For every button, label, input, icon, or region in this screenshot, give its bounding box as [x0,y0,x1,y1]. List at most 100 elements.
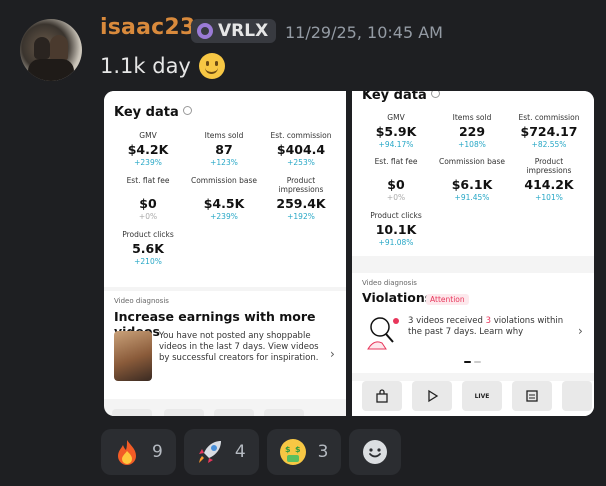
metric-change: +0% [386,193,406,202]
play-tile[interactable] [412,381,452,411]
metric-value: $5.9K [375,124,417,139]
metric-value: 10.1K [375,222,417,237]
metric-gmv: GMV $4.2K +239% [111,131,185,167]
metric-label: Est. flat fee [126,176,170,185]
metric-commission-base: Commission base $6.1K +91.45% [435,157,509,202]
metric-change: +0% [138,212,158,221]
attachment-image-left[interactable]: Key data GMV $4.2K +239% Items sold 87 +… [104,91,346,416]
avatar-person-1 [34,37,50,59]
server-tag[interactable]: VRLX [191,19,277,43]
metric-value: $724.17 [520,124,578,139]
attention-badge: Attention [426,294,469,305]
shopping-bag-tile[interactable] [362,381,402,411]
key-data-title: Key data [362,91,440,103]
video-thumbnail [114,331,152,381]
metric-label: Product clicks [370,211,422,220]
metric-label: Commission base [190,176,258,185]
metric-est-commission: Est. commission $724.17 +82.55% [512,113,586,149]
avatar-body [28,59,74,81]
bottom-tile[interactable] [264,409,304,416]
metric-value: $4.5K [203,196,245,211]
chevron-right-icon[interactable]: › [578,324,583,338]
live-label: LIVE [474,392,490,400]
reaction-fire[interactable]: 9 [101,429,176,475]
metric-change: +123% [210,158,238,167]
metric-est-flat-fee: Est. flat fee $0 +0% [359,157,433,202]
metric-label: Est. commission [270,131,332,140]
svg-text:$: $ [295,445,301,454]
metric-items-sold: Items sold 87 +123% [187,131,261,167]
svg-text:$: $ [285,445,291,454]
author-username[interactable]: isaac23 [100,15,195,40]
metric-label: Product impressions [278,176,324,194]
violations-illustration-icon [367,317,399,350]
metric-change: +91.45% [454,193,490,202]
attachment-image-right[interactable]: Key data GMV $5.9K +94.17% Items sold 22… [352,91,594,416]
metric-label: Product impressions [526,157,572,175]
metric-value: 5.6K [132,241,164,256]
add-reaction-button[interactable] [349,429,402,475]
key-data-title: Key data [114,105,192,120]
id-card-icon [526,390,538,402]
metric-label: GMV [139,131,157,140]
slightly-smiling-face-icon [198,53,225,79]
metric-product-impressions: Product impressions 414.2K +101% [512,157,586,202]
bottom-tile[interactable] [214,409,254,416]
violations-text: 3 videos received 3 violations within th… [408,316,578,338]
metric-product-clicks: Product clicks 5.6K +210% [111,230,185,266]
server-tag-icon [197,23,213,39]
reaction-count: 9 [152,442,163,462]
metric-est-flat-fee: Est. flat fee $0 +0% [111,176,185,221]
metric-items-sold: Items sold 229 +108% [435,113,509,149]
violations-card[interactable]: Video diagnosis Violations Attention 3 v… [352,273,594,373]
id-card-tile[interactable] [512,381,552,411]
metric-label: Est. flat fee [374,157,418,166]
reaction-count: 3 [317,442,329,462]
message-content: 1.1k day [100,53,225,79]
fire-icon [112,437,142,467]
metric-label: Product clicks [122,230,174,239]
live-tile[interactable]: LIVE [462,381,502,411]
reaction-rocket[interactable]: 4 [183,429,259,475]
metric-product-impressions: Product impressions 259.4K +192% [264,176,338,221]
server-tag-text: VRLX [218,21,269,41]
metric-label: Items sold [452,113,492,122]
metric-value: 414.2K [524,177,574,192]
shopping-bag-icon [376,389,388,403]
key-data-title-text: Key data [362,91,427,103]
metric-change: +94.17% [378,140,414,149]
bottom-tile[interactable] [164,409,204,416]
diagnosis-label: Video diagnosis [362,279,417,287]
metric-label: GMV [387,113,405,122]
metric-change: +101% [535,193,563,202]
video-diagnosis-card[interactable]: Video diagnosis Increase earnings with m… [104,291,346,399]
carousel-dots [464,361,481,363]
rocket-icon [195,437,225,467]
metric-gmv: GMV $5.9K +94.17% [359,113,433,149]
info-icon [430,91,440,98]
metric-value: $0 [387,177,405,192]
avatar-person-2 [50,35,68,61]
metric-product-clicks: Product clicks 10.1K +91.08% [359,211,433,247]
message-text: 1.1k day [100,54,191,78]
avatar[interactable] [20,19,82,81]
more-tile[interactable] [562,381,592,411]
metric-est-commission: Est. commission $404.4 +253% [264,131,338,167]
metric-value: 87 [215,142,233,157]
key-data-title-text: Key data [114,105,179,120]
violations-title: Violations [362,290,433,305]
reaction-count: 4 [234,442,246,462]
violations-text-pre: 3 videos received [408,316,486,326]
bottom-tile[interactable] [112,409,152,416]
reaction-money-mouth[interactable]: $ $ 3 [266,429,342,475]
info-icon [182,106,192,115]
metric-label: Commission base [438,157,506,166]
metric-value: $6.1K [451,177,493,192]
metric-change: +239% [134,158,162,167]
metric-change: +253% [287,158,315,167]
metric-change: +192% [287,212,315,221]
chevron-right-icon[interactable]: › [330,347,335,361]
metric-value: 229 [458,124,486,139]
carousel-dot-active [464,361,471,363]
carousel-dot [474,361,481,363]
